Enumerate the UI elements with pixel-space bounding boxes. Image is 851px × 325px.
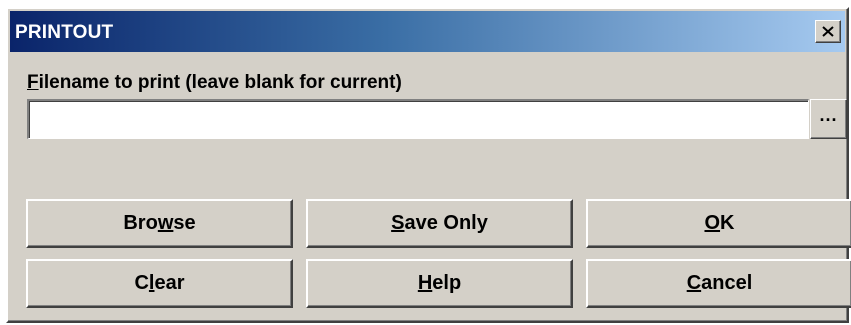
cancel-label-mnemonic: C	[686, 272, 702, 294]
ok-button[interactable]: OK	[586, 199, 851, 248]
cancel-button[interactable]: Cancel	[586, 259, 851, 308]
printout-dialog: PRINTOUT Filename to print (leave blank …	[6, 7, 851, 323]
filename-label-text: ilename to print (leave blank for curren…	[38, 72, 402, 93]
ok-label-post: K	[720, 212, 735, 234]
close-icon	[822, 26, 834, 37]
title-bar[interactable]: PRINTOUT	[10, 11, 845, 52]
browse-label-post: se	[173, 212, 196, 234]
filename-label-mnemonic: F	[27, 72, 39, 93]
cancel-label-post: ancel	[701, 272, 753, 294]
help-label-mnemonic: H	[417, 272, 433, 294]
save-only-label-mnemonic: S	[391, 212, 405, 234]
browse-label-mnemonic: w	[157, 212, 174, 234]
ok-label-mnemonic: O	[704, 212, 721, 234]
clear-button[interactable]: Cl ear	[26, 259, 293, 308]
save-only-label-post: ave Only	[404, 212, 488, 234]
clear-label-post: ear	[154, 272, 185, 294]
filename-input[interactable]	[27, 99, 809, 139]
help-label-post: elp	[432, 272, 462, 294]
browse-label-pre: Bro	[123, 212, 158, 234]
window-title: PRINTOUT	[15, 22, 114, 43]
browse-button[interactable]: Bro w se	[26, 199, 293, 248]
help-button[interactable]: Help	[306, 259, 573, 308]
browse-ellipsis-button[interactable]: ...	[810, 99, 847, 139]
clear-label-pre: C	[134, 272, 149, 294]
save-only-button[interactable]: Save Only	[306, 199, 573, 248]
filename-label: Filename to print (leave blank for curre…	[27, 72, 402, 94]
close-button[interactable]	[815, 20, 841, 43]
